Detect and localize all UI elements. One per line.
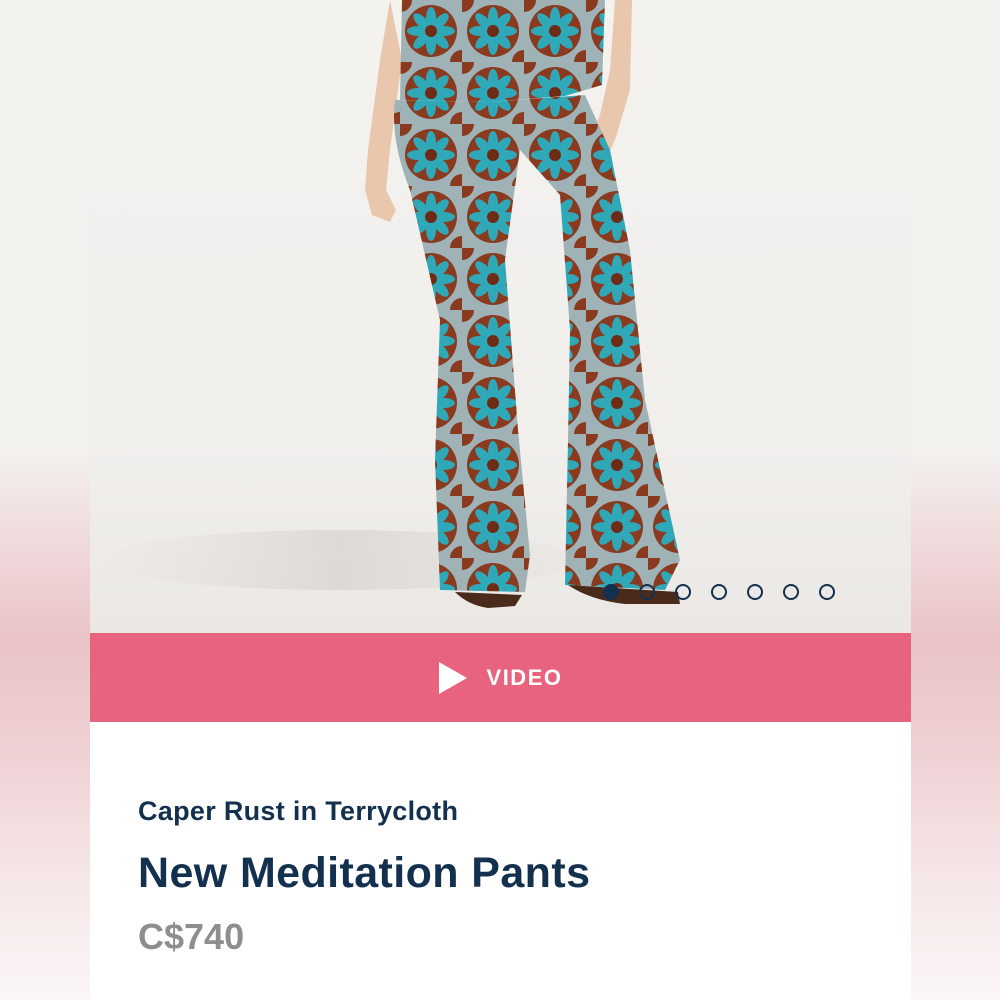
product-image[interactable] xyxy=(90,0,911,633)
carousel-dot-6[interactable] xyxy=(783,584,799,600)
play-icon xyxy=(438,661,467,694)
product-title: New Meditation Pants xyxy=(138,849,591,897)
product-price: C$740 xyxy=(138,916,245,957)
carousel-dot-5[interactable] xyxy=(747,584,763,600)
product-info: Caper Rust in Terrycloth New Meditation … xyxy=(138,722,878,958)
carousel-dot-2[interactable] xyxy=(639,584,655,600)
video-button-label: VIDEO xyxy=(486,664,563,690)
product-photo xyxy=(100,0,680,608)
product-collection: Caper Rust in Terrycloth xyxy=(138,796,459,826)
carousel-dot-7[interactable] xyxy=(819,584,835,600)
carousel-dots xyxy=(603,584,835,600)
carousel-dot-1[interactable] xyxy=(603,584,619,600)
carousel-dot-3[interactable] xyxy=(675,584,691,600)
video-button[interactable]: VIDEO xyxy=(90,633,911,722)
product-card: VIDEO Caper Rust in Terrycloth New Medit… xyxy=(90,0,911,1000)
carousel-dot-4[interactable] xyxy=(711,584,727,600)
